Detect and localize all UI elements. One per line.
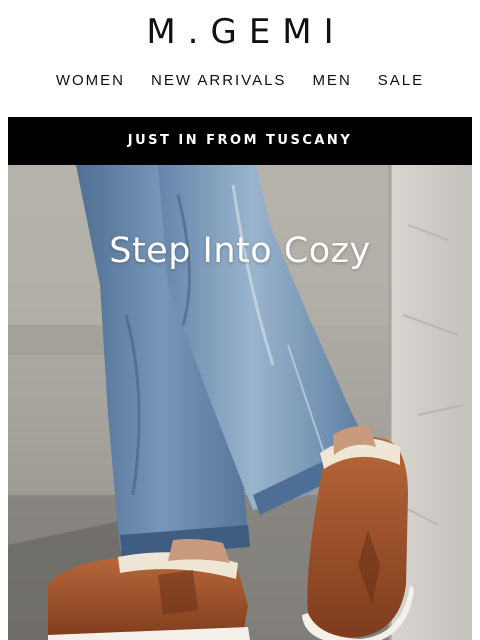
hero-image[interactable]: Step Into Cozy xyxy=(8,165,472,640)
promo-banner[interactable]: JUST IN FROM TUSCANY xyxy=(8,117,472,165)
brand-logo[interactable]: M.GEMI xyxy=(0,10,480,54)
nav-item-new-arrivals[interactable]: NEW ARRIVALS xyxy=(151,70,286,92)
nav-item-sale[interactable]: SALE xyxy=(378,70,424,92)
hero-title: Step Into Cozy xyxy=(109,231,371,271)
email-page: M.GEMI WOMEN NEW ARRIVALS MEN SALE JUST … xyxy=(0,0,480,640)
nav-item-men[interactable]: MEN xyxy=(312,70,351,92)
main-nav: WOMEN NEW ARRIVALS MEN SALE xyxy=(0,70,480,92)
nav-item-women[interactable]: WOMEN xyxy=(56,70,125,92)
